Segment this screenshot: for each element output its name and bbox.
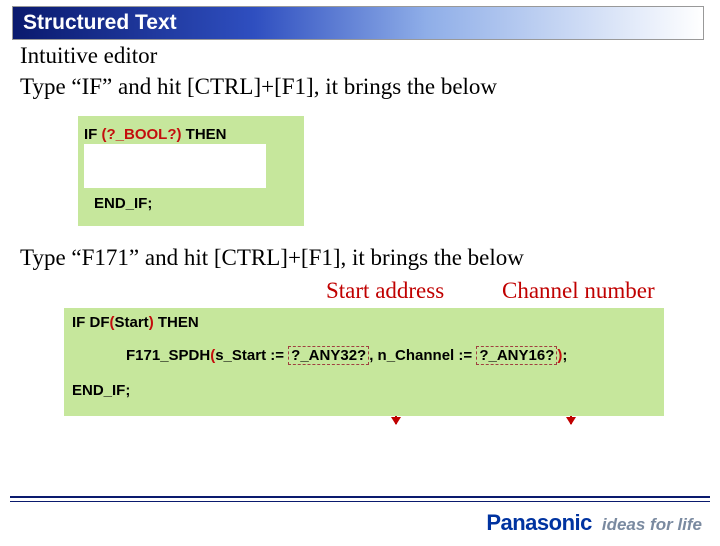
annotation-channel-number: Channel number bbox=[502, 278, 655, 304]
body-line-3: Type “F171” and hit [CTRL]+[F1], it brin… bbox=[20, 244, 720, 273]
brand-tagline: ideas for life bbox=[602, 515, 702, 535]
param-name: s_Start := bbox=[215, 347, 288, 364]
kw-then: THEN bbox=[182, 126, 227, 143]
brand-name: Panasonic bbox=[486, 510, 592, 536]
slide-title: Structured Text bbox=[23, 11, 177, 35]
fn-name: F171_SPDH bbox=[126, 347, 210, 364]
kw-endif: END_IF; bbox=[84, 195, 298, 212]
kw-then: THEN bbox=[154, 314, 199, 331]
annotation-start-address: Start address bbox=[326, 278, 444, 304]
kw-if: IF bbox=[84, 126, 102, 143]
code-line: IF DF(Start) THEN bbox=[72, 314, 656, 331]
footer-logo: Panasonic ideas for life bbox=[486, 510, 702, 536]
footer-rule bbox=[10, 496, 710, 498]
whitespace-mask bbox=[84, 144, 266, 188]
code-line: IF (?_BOOL?) THEN bbox=[84, 126, 298, 143]
body-line-1: Intuitive editor bbox=[20, 42, 720, 71]
separator: , bbox=[369, 347, 377, 364]
placeholder-any32: ?_ANY32? bbox=[288, 346, 369, 365]
arg-start: Start bbox=[115, 314, 149, 331]
annotations-row: Start address Channel number bbox=[0, 272, 720, 308]
code-snippet-f171: IF DF(Start) THEN F171_SPDH(s_Start := ?… bbox=[64, 308, 664, 416]
param-name: n_Channel := bbox=[378, 347, 477, 364]
code-snippet-if: IF (?_BOOL?) THEN END_IF; bbox=[78, 116, 304, 226]
semicolon: ; bbox=[562, 347, 567, 364]
slide-header: Structured Text bbox=[12, 6, 704, 40]
body-line-2: Type “IF” and hit [CTRL]+[F1], it brings… bbox=[20, 73, 720, 102]
footer-rule-thin bbox=[10, 501, 710, 502]
placeholder-any16: ?_ANY16? bbox=[476, 346, 557, 365]
code-line: F171_SPDH(s_Start := ?_ANY32?, n_Channel… bbox=[72, 347, 656, 364]
kw-endif: END_IF; bbox=[72, 382, 656, 399]
placeholder-bool: ?_BOOL? bbox=[107, 126, 177, 143]
kw-if-df: IF DF bbox=[72, 314, 110, 331]
